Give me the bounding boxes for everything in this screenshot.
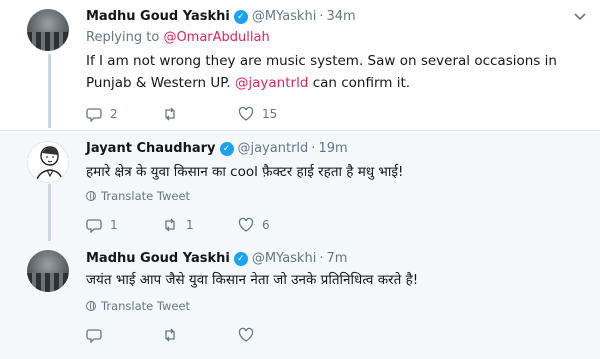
reply-icon <box>86 219 102 233</box>
user-handle[interactable]: @jayantrld <box>238 141 309 156</box>
like-button[interactable]: 15 <box>238 106 314 122</box>
translate-label: Translate Tweet <box>101 189 191 203</box>
tweet-text: जयंत भाई आप जैसे युवा किसान नेता जो उनके… <box>86 272 419 288</box>
retweet-button[interactable] <box>162 106 238 122</box>
globe-icon <box>86 301 96 311</box>
verified-badge-icon: ✓ <box>233 9 248 24</box>
separator-dot: · <box>319 9 324 24</box>
tweet-header: Madhu Goud Yaskhi ✓ @MYaskhi · 34m <box>86 9 356 24</box>
chevron-down-icon[interactable] <box>574 10 586 24</box>
avatar[interactable] <box>27 141 69 183</box>
retweet-count: 1 <box>186 218 194 232</box>
verified-badge-icon: ✓ <box>219 141 234 156</box>
translate-tweet-link[interactable]: Translate Tweet <box>86 189 190 203</box>
display-name[interactable]: Madhu Goud Yaskhi <box>86 251 230 266</box>
translate-tweet-link[interactable]: Translate Tweet <box>86 299 190 313</box>
retweet-icon <box>165 107 175 121</box>
like-icon <box>238 217 254 232</box>
replying-to-link[interactable]: @OmarAbdullah <box>163 30 269 45</box>
retweet-icon <box>165 218 175 232</box>
verified-badge-icon: ✓ <box>233 251 248 266</box>
timestamp[interactable]: 7m <box>326 251 347 266</box>
reply-icon <box>86 108 102 122</box>
retweet-button[interactable] <box>162 327 238 343</box>
tweet-text: हमारे क्षेत्र के युवा किसान का cool फ़ैक… <box>86 164 404 180</box>
mention-link[interactable]: @jayantrld <box>235 75 309 91</box>
retweet-button[interactable]: 1 <box>162 217 238 233</box>
reply-count: 2 <box>110 107 118 121</box>
tweet-header: Jayant Chaudhary ✓ @jayantrld · 19m <box>86 141 348 156</box>
tweet-header: Madhu Goud Yaskhi ✓ @MYaskhi · 7m <box>86 251 347 266</box>
retweet-icon <box>165 328 175 342</box>
reply-button[interactable] <box>86 327 162 343</box>
user-handle[interactable]: @MYaskhi <box>252 251 317 266</box>
display-name[interactable]: Jayant Chaudhary <box>86 141 216 156</box>
tweet-1[interactable]: Madhu Goud Yaskhi ✓ @MYaskhi · 34m Reply… <box>0 0 600 131</box>
avatar[interactable] <box>27 250 69 292</box>
like-icon <box>238 106 254 121</box>
tweet-text: If I am not wrong they are music system.… <box>86 50 586 94</box>
reply-button[interactable]: 2 <box>86 106 162 122</box>
tweet-3[interactable]: Madhu Goud Yaskhi ✓ @MYaskhi · 7m जयंत भ… <box>0 241 600 359</box>
avatar[interactable] <box>27 9 69 51</box>
thread-line <box>48 54 51 128</box>
tweet-actions: 1 1 6 <box>86 217 314 233</box>
separator-dot: · <box>319 251 324 266</box>
tweet-actions: 2 15 <box>86 106 314 122</box>
like-count: 6 <box>262 218 270 232</box>
timestamp[interactable]: 19m <box>318 141 347 156</box>
separator-dot: · <box>311 141 316 156</box>
tweet-text-part2: can confirm it. <box>312 75 411 91</box>
reply-icon <box>86 329 102 343</box>
translate-label: Translate Tweet <box>101 299 191 313</box>
timestamp[interactable]: 34m <box>326 9 355 24</box>
like-button[interactable]: 6 <box>238 217 314 233</box>
replying-to: Replying to @OmarAbdullah <box>86 30 270 45</box>
thread-line <box>48 184 51 246</box>
tweet-2[interactable]: Jayant Chaudhary ✓ @jayantrld · 19m हमार… <box>0 131 600 241</box>
user-handle[interactable]: @MYaskhi <box>252 9 317 24</box>
like-icon <box>238 327 254 342</box>
display-name[interactable]: Madhu Goud Yaskhi <box>86 9 230 24</box>
like-button[interactable] <box>238 327 314 343</box>
replying-prefix: Replying to <box>86 30 160 45</box>
reply-button[interactable]: 1 <box>86 217 162 233</box>
tweet-actions <box>86 327 314 343</box>
globe-icon <box>86 191 96 201</box>
reply-count: 1 <box>110 218 118 232</box>
like-count: 15 <box>262 107 278 121</box>
